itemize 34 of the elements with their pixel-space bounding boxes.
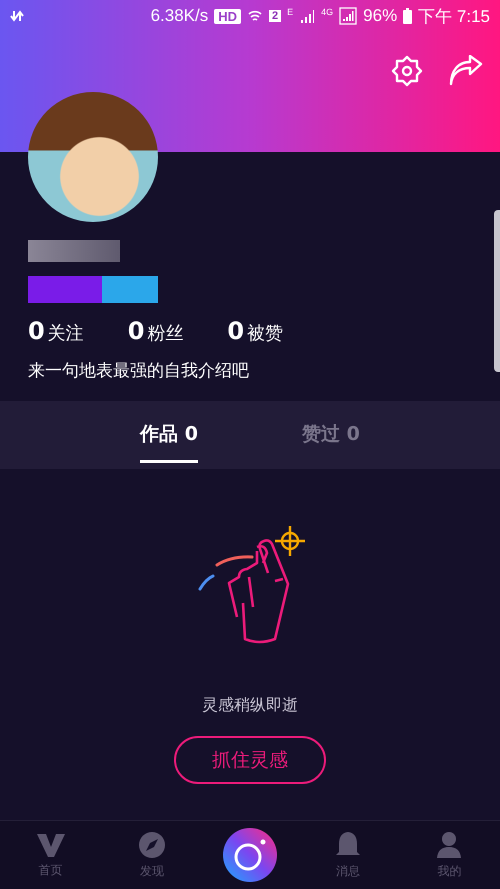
v-logo-icon: [36, 832, 65, 858]
stat-count: 0: [128, 317, 144, 345]
catch-inspiration-button[interactable]: 抓住灵感: [174, 736, 326, 784]
stat-label[interactable]: 被赞: [247, 321, 284, 345]
network-type: E: [287, 7, 294, 17]
empty-message: 灵感稍纵即逝: [202, 695, 298, 716]
person-icon: [437, 830, 462, 858]
bio-text[interactable]: 来一句地表最强的自我介绍吧: [28, 359, 472, 382]
tab[interactable]: 作品 0: [140, 407, 198, 463]
stat-count: 0: [227, 317, 244, 345]
nav-item[interactable]: 首页: [20, 830, 81, 880]
share-icon[interactable]: [448, 55, 484, 87]
sim-badge: 2: [269, 10, 282, 22]
hd-badge: HD: [214, 8, 241, 24]
lens-icon: [232, 837, 268, 873]
compass-icon: [138, 830, 166, 858]
blurred-badge-placeholder: [102, 276, 158, 303]
clock: 下午 7:15: [418, 6, 490, 28]
nav-item[interactable]: 消息: [318, 830, 378, 880]
network-type: 4G: [321, 7, 334, 17]
data-transfer-icon: [10, 9, 24, 23]
scroll-handle[interactable]: [494, 210, 500, 372]
signal-icon: [299, 8, 316, 24]
stat-label[interactable]: 粉丝: [147, 321, 184, 345]
network-speed: 6.38K/s: [150, 6, 208, 26]
nav-item[interactable]: 发现: [122, 830, 182, 880]
stat-count: 0: [28, 317, 45, 345]
battery-percent: 96%: [363, 6, 398, 26]
tab[interactable]: 赞过 0: [302, 407, 360, 463]
settings-icon[interactable]: [390, 54, 424, 88]
stat-label[interactable]: 关注: [48, 321, 84, 345]
signal-icon: [339, 7, 358, 25]
nav-item[interactable]: 我的: [419, 830, 480, 880]
battery-icon: [403, 8, 412, 24]
